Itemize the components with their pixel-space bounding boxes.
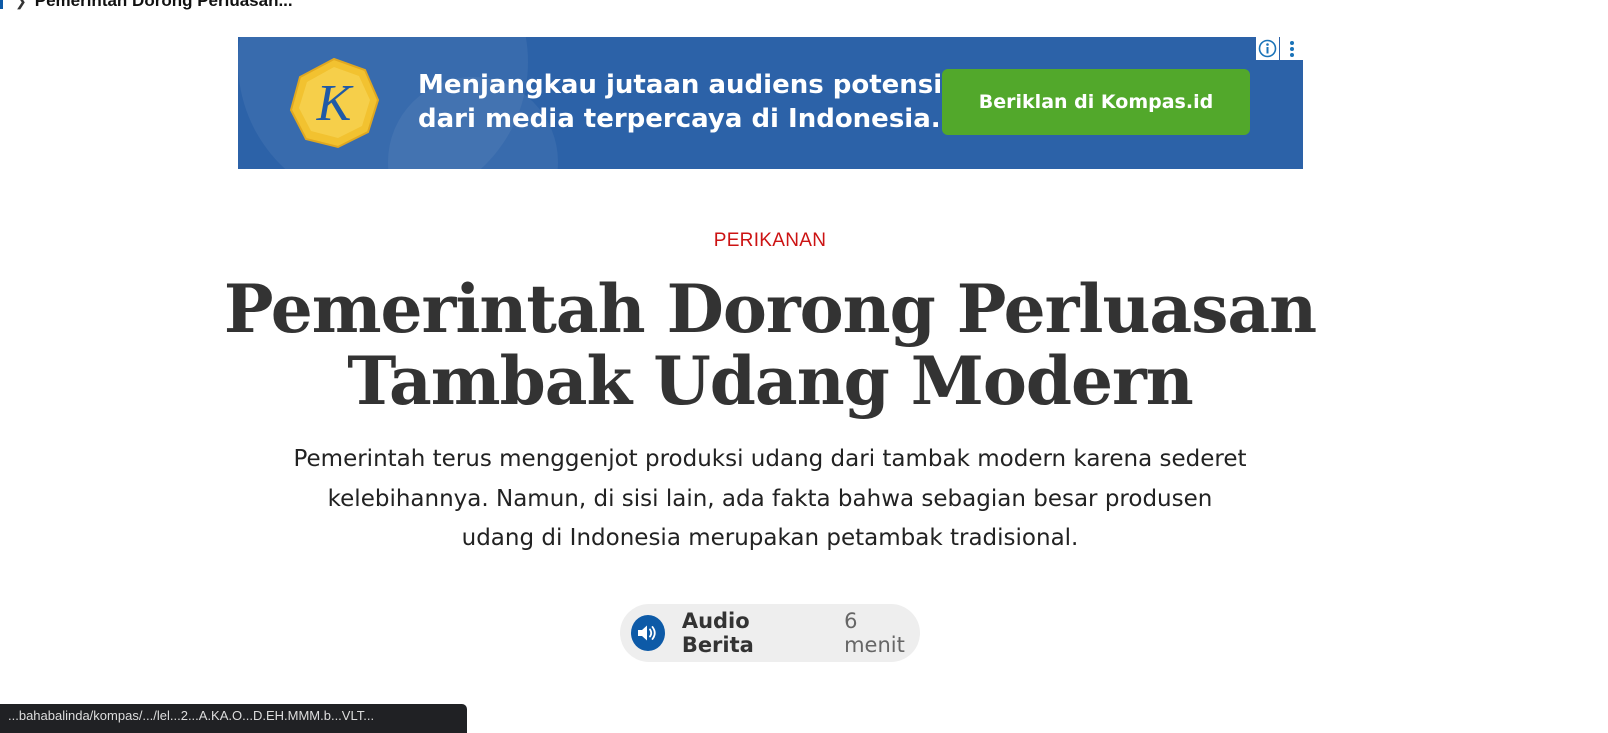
info-icon [1258, 39, 1277, 58]
ad-choices [1256, 37, 1303, 60]
ad-menu-button[interactable] [1280, 37, 1303, 60]
ad-line-1: Menjangkau jutaan audiens potensial [418, 70, 969, 100]
svg-text:K: K [316, 75, 354, 132]
ad-copy: Menjangkau jutaan audiens potensial dari… [418, 68, 969, 136]
breadcrumb: ❯ Pemerintah Dorong Perluasan... [0, 0, 293, 11]
kompas-logo-icon: K [289, 57, 380, 149]
ad-banner[interactable]: K Menjangkau jutaan audiens potensial da… [238, 37, 1303, 169]
ad-info-button[interactable] [1256, 37, 1279, 60]
status-bar-url: ...bahabalinda/kompas/.../lel...2...A.KA… [0, 704, 467, 733]
article-category[interactable]: PERIKANAN [0, 230, 1540, 252]
audio-news-button[interactable]: Audio Berita 6 menit [620, 604, 920, 662]
audio-duration: 6 menit [844, 609, 905, 657]
speaker-icon [631, 615, 665, 651]
article-title: Pemerintah Dorong Perluasan Tambak Udang… [223, 270, 1317, 420]
breadcrumb-current[interactable]: Pemerintah Dorong Perluasan... [35, 0, 293, 11]
breadcrumb-marker [0, 0, 3, 9]
article-lede: Pemerintah terus menggenjot produksi uda… [293, 446, 1247, 551]
chevron-right-icon: ❯ [15, 0, 27, 9]
more-vertical-icon [1289, 40, 1294, 57]
audio-label: Audio Berita [681, 609, 754, 657]
advertise-button[interactable]: Beriklan di Kompas.id [942, 69, 1250, 135]
ad-line-2: dari media terpercaya di Indonesia. [418, 104, 941, 134]
